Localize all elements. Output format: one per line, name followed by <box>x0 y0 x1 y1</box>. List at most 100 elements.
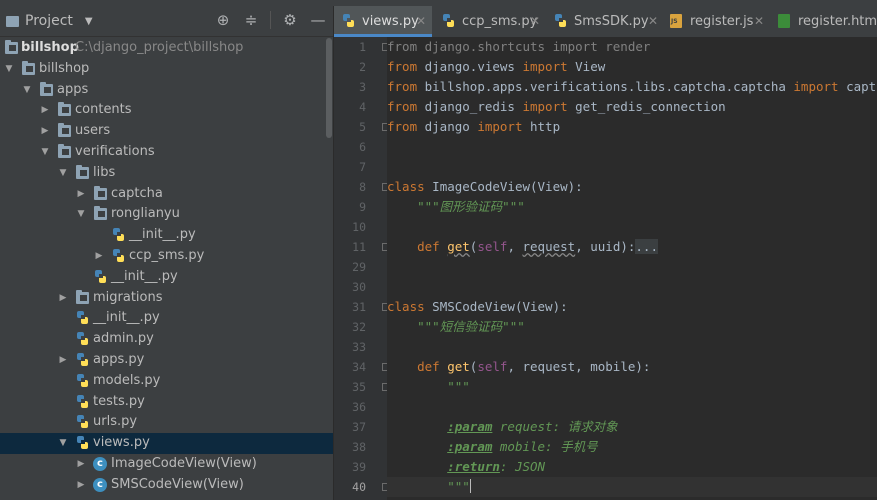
folder-icon <box>40 81 53 96</box>
code-editor[interactable]: from django.shortcuts import render from… <box>387 37 877 500</box>
code-line: """短信验证码""" <box>387 319 525 334</box>
tab-register-js[interactable]: register.js ✕ <box>662 6 766 37</box>
close-icon[interactable]: ✕ <box>648 6 658 37</box>
locate-icon[interactable]: ⊕ <box>214 11 232 29</box>
tree-item-migrations[interactable]: ▶ migrations <box>0 288 333 309</box>
tree-item-file[interactable]: __init__.py <box>0 225 333 246</box>
line-number: 4 <box>359 100 366 114</box>
expand-arrow-icon[interactable]: ▼ <box>75 204 87 225</box>
collapse-arrow-icon[interactable]: ▶ <box>75 454 87 475</box>
tree-item-label: billshop <box>39 60 90 76</box>
tree-item-label: ccp_sms.py <box>129 247 205 263</box>
collapse-arrow-icon[interactable]: ▶ <box>57 350 69 371</box>
tree-item-libs[interactable]: ▼ libs <box>0 163 333 184</box>
close-icon[interactable]: ✕ <box>754 6 764 37</box>
tab-ccp-sms-py[interactable]: ccp_sms.py ✕ <box>434 6 542 37</box>
expand-arrow-icon[interactable]: ▼ <box>3 59 15 80</box>
tree-item-file[interactable]: models.py <box>0 371 333 392</box>
tree-item-label: billshop <box>21 40 79 55</box>
expand-arrow-icon[interactable]: ▼ <box>57 433 69 454</box>
line-number: 35 <box>352 380 366 394</box>
toolbar-divider <box>270 11 271 29</box>
folder-icon <box>94 206 107 221</box>
tree-item-class[interactable]: ▶ c SMSCodeView(View) <box>0 475 333 496</box>
chevron-down-icon[interactable]: ▼ <box>85 16 93 27</box>
tree-item-contents[interactable]: ▶ contents <box>0 100 333 121</box>
code-line: class ImageCodeView(View): <box>387 179 583 194</box>
collapse-arrow-icon[interactable]: ▶ <box>57 288 69 309</box>
line-number: 10 <box>352 220 366 234</box>
tree-item-users[interactable]: ▶ users <box>0 121 333 142</box>
tree-item-label: models.py <box>93 372 161 388</box>
collapse-arrow-icon[interactable]: ▶ <box>75 184 87 205</box>
python-file-icon <box>76 414 90 430</box>
code-line: from django_redis import get_redis_conne… <box>387 99 726 114</box>
line-number: 34 <box>352 360 366 374</box>
tree-item-verifications[interactable]: ▼ verifications <box>0 142 333 163</box>
project-view-selector[interactable]: Project ▼ <box>6 13 93 29</box>
python-file-icon <box>554 13 568 29</box>
tab-register-html[interactable]: register.html <box>770 6 877 37</box>
python-file-icon <box>76 373 90 389</box>
tree-item-file[interactable]: admin.py <box>0 329 333 350</box>
tab-views-py[interactable]: views.py ✕ <box>334 6 432 37</box>
tab-smssdk-py[interactable]: SmsSDK.py ✕ <box>546 6 660 37</box>
editor-tabs: views.py ✕ ccp_sms.py ✕ SmsSDK.py ✕ regi… <box>334 6 877 38</box>
code-line: :param mobile: 手机号 <box>447 439 598 454</box>
line-number: 32 <box>352 320 366 334</box>
tree-item-label: users <box>75 123 111 139</box>
folder-icon <box>5 40 18 54</box>
tab-label: ccp_sms.py <box>462 14 538 29</box>
close-icon[interactable]: ✕ <box>416 6 426 37</box>
tree-item-apps[interactable]: ▼ apps <box>0 80 333 101</box>
collapse-all-icon[interactable]: ≑ <box>242 11 260 29</box>
tree-item-captcha[interactable]: ▶ captcha <box>0 184 333 205</box>
expand-arrow-icon[interactable]: ▼ <box>39 142 51 163</box>
tree-item-root[interactable]: billshop C:\django_project\billshop <box>0 38 333 59</box>
python-file-icon <box>112 248 126 264</box>
folder-icon <box>94 185 107 200</box>
expand-arrow-icon[interactable]: ▼ <box>57 163 69 184</box>
tree-item-label: __init__.py <box>129 227 196 243</box>
project-path: C:\django_project\billshop <box>75 40 244 55</box>
python-file-icon <box>442 13 456 29</box>
line-number: 11 <box>352 240 366 254</box>
folder-icon <box>76 164 89 179</box>
tree-item-file[interactable]: tests.py <box>0 392 333 413</box>
folder-icon <box>58 143 71 158</box>
tree-item-label: contents <box>75 102 132 118</box>
folder-icon <box>58 123 71 138</box>
collapse-arrow-icon[interactable]: ▶ <box>39 100 51 121</box>
tree-item-class[interactable]: ▶ c ImageCodeView(View) <box>0 454 333 475</box>
project-title: Project <box>25 13 73 29</box>
code-line: :return: JSON <box>447 459 546 474</box>
tree-item-file[interactable]: ▶ ccp_sms.py <box>0 246 333 267</box>
tree-item-file[interactable]: __init__.py <box>0 267 333 288</box>
line-number: 6 <box>359 140 366 154</box>
hide-icon[interactable]: — <box>309 11 327 29</box>
collapse-arrow-icon[interactable]: ▶ <box>39 121 51 142</box>
line-number: 29 <box>352 260 366 274</box>
code-line: from django.views import View <box>387 59 606 74</box>
tree-item-file[interactable]: urls.py <box>0 412 333 433</box>
tree-item-billshop[interactable]: ▼ billshop <box>0 59 333 80</box>
tree-item-ronglianyu[interactable]: ▼ ronglianyu <box>0 204 333 225</box>
collapse-arrow-icon[interactable]: ▶ <box>75 475 87 496</box>
close-icon[interactable]: ✕ <box>530 6 540 37</box>
python-file-icon <box>76 310 90 326</box>
line-number: 3 <box>359 80 366 94</box>
python-file-icon <box>94 269 108 285</box>
tree-item-file[interactable]: ▶ apps.py <box>0 350 333 371</box>
tree-item-label: captcha <box>111 185 163 201</box>
scrollbar-thumb[interactable] <box>326 38 332 138</box>
collapse-arrow-icon[interactable]: ▶ <box>93 246 105 267</box>
line-number: 36 <box>352 400 366 414</box>
gear-icon[interactable]: ⚙ <box>281 11 299 29</box>
line-number: 5 <box>359 120 366 134</box>
python-file-icon <box>76 331 90 347</box>
python-file-icon <box>76 352 90 368</box>
tree-item-file[interactable]: __init__.py <box>0 308 333 329</box>
tree-item-views-py[interactable]: ▼ views.py <box>0 433 333 454</box>
code-line: class SMSCodeView(View): <box>387 299 568 314</box>
expand-arrow-icon[interactable]: ▼ <box>21 80 33 101</box>
